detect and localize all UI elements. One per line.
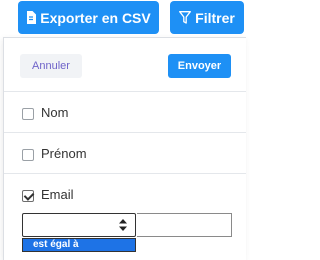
email-label: Email: [41, 187, 74, 202]
nom-checkbox[interactable]: [22, 108, 34, 120]
prenom-label: Prénom: [41, 146, 87, 161]
operator-select[interactable]: [22, 213, 136, 237]
filter-button[interactable]: Filtrer: [170, 1, 244, 34]
filter-field-email: Email est égal à: [4, 175, 246, 255]
send-button[interactable]: Envoyer: [168, 54, 231, 78]
cancel-button[interactable]: Annuler: [20, 54, 82, 78]
filter-panel-header: Annuler Envoyer: [4, 38, 246, 92]
filter-value-input[interactable]: [137, 213, 232, 237]
screen: Exporter en CSV Filtrer Annuler Envoyer …: [0, 0, 246, 260]
filter-icon: [179, 11, 192, 24]
filter-field-prenom[interactable]: Prénom: [4, 134, 246, 174]
filter-dropdown-panel: Annuler Envoyer Nom Prénom Email est éga…: [3, 37, 246, 260]
export-csv-label: Exporter en CSV: [40, 9, 151, 26]
prenom-checkbox[interactable]: [22, 149, 34, 161]
filter-field-nom[interactable]: Nom: [4, 93, 246, 133]
filter-label: Filtrer: [195, 9, 235, 26]
file-export-icon: [27, 11, 37, 24]
export-csv-button[interactable]: Exporter en CSV: [18, 1, 159, 34]
operator-option-list: est égal à: [22, 238, 136, 252]
operator-option-equals[interactable]: est égal à: [33, 239, 79, 250]
nom-label: Nom: [41, 105, 69, 120]
chevron-up-down-icon: [119, 219, 127, 231]
email-checkbox[interactable]: [22, 190, 34, 202]
